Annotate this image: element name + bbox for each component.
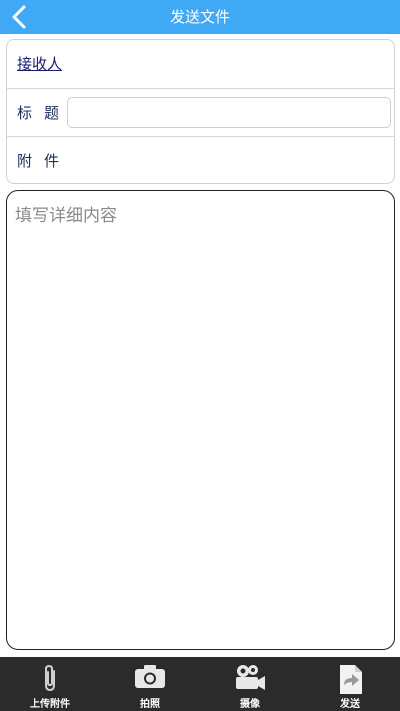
record-video-button[interactable]: 摄像: [200, 657, 300, 711]
take-photo-button[interactable]: 拍照: [100, 657, 200, 711]
video-camera-icon: [236, 665, 265, 690]
send-form: 接收人 标题 附件: [6, 39, 395, 184]
app-header: 发送文件: [0, 0, 400, 34]
title-row: 标题: [7, 88, 394, 136]
recipient-row[interactable]: 接收人: [7, 40, 394, 88]
send-button[interactable]: 发送: [300, 657, 400, 711]
bottom-toolbar: 上传附件 拍照 摄像 发送: [0, 657, 400, 711]
title-label: 标题: [17, 104, 72, 122]
page-title: 发送文件: [169, 8, 230, 26]
send-label: 发送: [340, 699, 360, 710]
content-textarea[interactable]: [6, 190, 395, 650]
upload-attachment-label: 上传附件: [30, 699, 70, 710]
take-photo-label: 拍照: [140, 699, 160, 710]
attachment-label: 附件: [17, 152, 72, 170]
recipient-link[interactable]: 接收人: [17, 40, 62, 88]
attachment-row[interactable]: 附件: [7, 136, 394, 184]
camera-icon: [135, 665, 165, 688]
paperclip-icon: [45, 664, 55, 692]
send-icon: [340, 665, 362, 694]
record-video-label: 摄像: [240, 699, 260, 710]
upload-attachment-button[interactable]: 上传附件: [0, 657, 100, 711]
title-input[interactable]: [67, 97, 391, 128]
